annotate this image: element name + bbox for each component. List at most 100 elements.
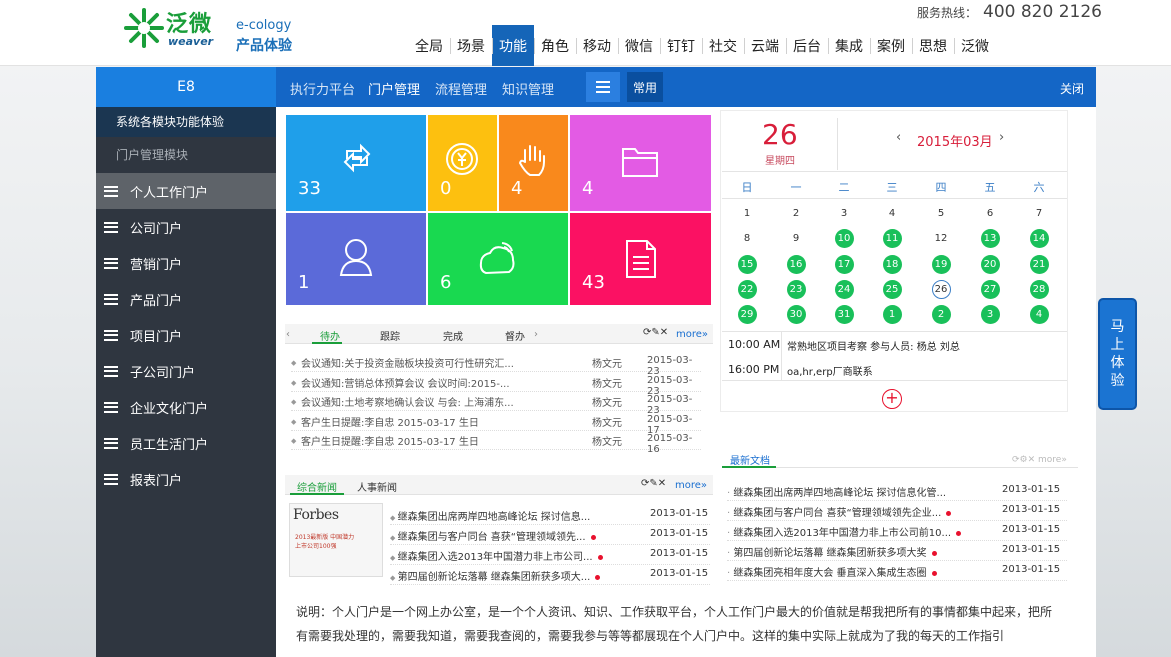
news-thumbnail[interactable]: Forbes 2013最新版 中国潜力上市公司100强	[289, 503, 383, 577]
topnav-item[interactable]: 钉钉	[660, 25, 702, 66]
todo-tab-done[interactable]: 完成	[443, 328, 463, 343]
calendar-day[interactable]: 6	[981, 204, 1000, 223]
event-text[interactable]: oa,hr,erp厂商联系	[787, 363, 873, 378]
topnav-item[interactable]: 角色	[534, 25, 576, 66]
topnav-item[interactable]: 全局	[408, 25, 450, 66]
calendar-day[interactable]: 4	[883, 204, 902, 223]
tile-document[interactable]: 43	[570, 213, 711, 305]
calendar-day[interactable]: 16	[786, 254, 806, 274]
sidebar-item[interactable]: 营销门户	[96, 245, 276, 281]
news-row[interactable]: ◆ 第四届创新论坛落幕 继森集团新获多项大... 2013-01-15	[390, 565, 710, 585]
calendar-day[interactable]: 23	[786, 279, 806, 299]
tab-execution-platform[interactable]: 执行力平台	[290, 79, 355, 98]
tile-person[interactable]: 1	[286, 213, 426, 305]
news-tab-general[interactable]: 综合新闻	[297, 479, 337, 494]
calendar-day[interactable]: 28	[1029, 279, 1049, 299]
topnav-item[interactable]: 移动	[576, 25, 618, 66]
calendar-day[interactable]: 1	[738, 204, 757, 223]
tab-portal-management[interactable]: 门户管理	[368, 79, 420, 98]
calendar-day[interactable]: 30	[786, 304, 806, 324]
news-row[interactable]: ◆ 继森集团出席两岸四地高峰论坛 探讨信息... 2013-01-15	[390, 505, 710, 525]
topnav-item[interactable]: 案例	[870, 25, 912, 66]
todo-tab-track[interactable]: 跟踪	[380, 328, 400, 343]
todo-tab-pending[interactable]: 待办	[320, 328, 340, 343]
sidebar-item[interactable]: 产品门户	[96, 281, 276, 317]
calendar-day[interactable]: 1	[882, 304, 902, 324]
sidebar-item[interactable]: 子公司门户	[96, 353, 276, 389]
weaver-logo-icon[interactable]	[122, 6, 166, 50]
todo-row[interactable]: ◆ 客户生日提醒:李自忠 2015-03-17 生日 杨文元 2015-03-17	[291, 412, 701, 436]
tile-hand[interactable]: 4	[499, 115, 568, 211]
calendar-day[interactable]: 9	[787, 229, 806, 248]
event-text[interactable]: 常熟地区项目考察 参与人员: 杨总 刘总	[787, 338, 960, 353]
calendar-day[interactable]: 2	[931, 304, 951, 324]
doc-row[interactable]: · 第四届创新论坛落幕 继森集团新获多项大奖 2013-01-15	[727, 541, 1067, 561]
common-button[interactable]: 常用	[627, 72, 663, 102]
doc-row[interactable]: · 继森集团入选2013年中国潜力非上市公司前10... 2013-01-15	[727, 521, 1067, 541]
calendar-day[interactable]: 25	[882, 279, 902, 299]
todo-row[interactable]: ◆ 会议通知:营销总体预算会议 会议时间:2015-... 杨文元 2015-03-2…	[291, 373, 701, 397]
docs-tools-icon[interactable]: ⟳⚙✕ more»	[1012, 455, 1067, 465]
sidebar-section-portal[interactable]: 门户管理模块	[96, 137, 276, 173]
todo-next-arrow[interactable]: ›	[534, 329, 538, 340]
calendar-day[interactable]: 31	[834, 304, 854, 324]
add-event-button[interactable]: +	[882, 389, 902, 409]
tile-chat[interactable]: 6	[428, 213, 568, 305]
news-row[interactable]: ◆ 继森集团与客户同台 喜获“管理领域领先... 2013-01-15	[390, 525, 710, 545]
doc-row[interactable]: · 继森集团出席两岸四地高峰论坛 探讨信息化管... 2013-01-15	[727, 481, 1067, 501]
doc-row[interactable]: · 继森集团与客户同台 喜获“管理领域领先企业... 2013-01-15	[727, 501, 1067, 521]
topnav-item[interactable]: 微信	[618, 25, 660, 66]
calendar-day[interactable]: 8	[738, 229, 757, 248]
doc-row[interactable]: · 继森集团亮相年度大会 垂直深入集成生态圈 2013-01-15	[727, 561, 1067, 581]
calendar-day[interactable]: 3	[980, 304, 1000, 324]
calendar-day[interactable]: 2	[787, 204, 806, 223]
topnav-item[interactable]: 云端	[744, 25, 786, 66]
todo-row[interactable]: ◆ 会议通知:关于投资金融板块投资可行性研究汇... 杨文元 2015-03-23	[291, 353, 701, 377]
news-row[interactable]: ◆ 继森集团入选2013年中国潜力非上市公司... 2013-01-15	[390, 545, 710, 565]
tab-knowledge-management[interactable]: 知识管理	[502, 79, 554, 98]
todo-row[interactable]: ◆ 会议通知:土地考察地确认会议 与会: 上海浦东... 杨文元 2015-03-23	[291, 392, 701, 416]
tab-workflow-management[interactable]: 流程管理	[435, 79, 487, 98]
calendar-day[interactable]: 7	[1030, 204, 1049, 223]
calendar-prev-button[interactable]: ‹	[896, 130, 901, 145]
calendar-day[interactable]: 17	[834, 254, 854, 274]
sidebar-item[interactable]: 公司门户	[96, 209, 276, 245]
calendar-day[interactable]: 5	[932, 204, 951, 223]
topnav-item[interactable]: 后台	[786, 25, 828, 66]
sidebar-item[interactable]: 企业文化门户	[96, 389, 276, 425]
close-button[interactable]: 关闭	[1060, 80, 1084, 97]
todo-tools-icon[interactable]: ⟳✎✕	[643, 327, 668, 338]
menu-icon[interactable]	[586, 72, 620, 102]
news-tools-icon[interactable]: ⟳✎✕	[641, 478, 666, 489]
sidebar-item[interactable]: 项目门户	[96, 317, 276, 353]
todo-more-link[interactable]: more»	[676, 329, 708, 340]
sidebar-item[interactable]: 个人工作门户	[96, 173, 276, 209]
calendar-day[interactable]: 3	[835, 204, 854, 223]
todo-prev-arrow[interactable]: ‹	[286, 329, 290, 340]
calendar-day[interactable]: 21	[1029, 254, 1049, 274]
calendar-day[interactable]: 19	[931, 254, 951, 274]
topnav-item[interactable]: 场景	[450, 25, 492, 66]
calendar-day[interactable]: 14	[1029, 228, 1049, 248]
calendar-day[interactable]: 20	[980, 254, 1000, 274]
tile-refresh[interactable]: 33	[286, 115, 426, 211]
todo-row[interactable]: ◆ 客户生日提醒:李自忠 2015-03-17 生日 杨文元 2015-03-16	[291, 431, 701, 455]
sidebar-item[interactable]: 报表门户	[96, 461, 276, 497]
calendar-day[interactable]: 4	[1029, 304, 1049, 324]
calendar-day[interactable]: 11	[882, 228, 902, 248]
topnav-item[interactable]: 功能	[492, 25, 534, 66]
calendar-day[interactable]: 27	[980, 279, 1000, 299]
calendar-day[interactable]: 29	[737, 304, 757, 324]
sidebar-section-all-modules[interactable]: 系统各模块功能体验	[96, 107, 276, 137]
try-now-button[interactable]: 马上体验	[1098, 298, 1137, 410]
calendar-day[interactable]: 22	[737, 279, 757, 299]
sidebar-item[interactable]: 员工生活门户	[96, 425, 276, 461]
calendar-day[interactable]: 10	[834, 228, 854, 248]
calendar-day[interactable]: 13	[980, 228, 1000, 248]
calendar-day[interactable]: 15	[737, 254, 757, 274]
calendar-day[interactable]: 26	[931, 279, 951, 299]
calendar-next-button[interactable]: ›	[999, 130, 1004, 145]
calendar-day[interactable]: 24	[834, 279, 854, 299]
topnav-item[interactable]: 集成	[828, 25, 870, 66]
tile-folder[interactable]: 4	[570, 115, 711, 211]
